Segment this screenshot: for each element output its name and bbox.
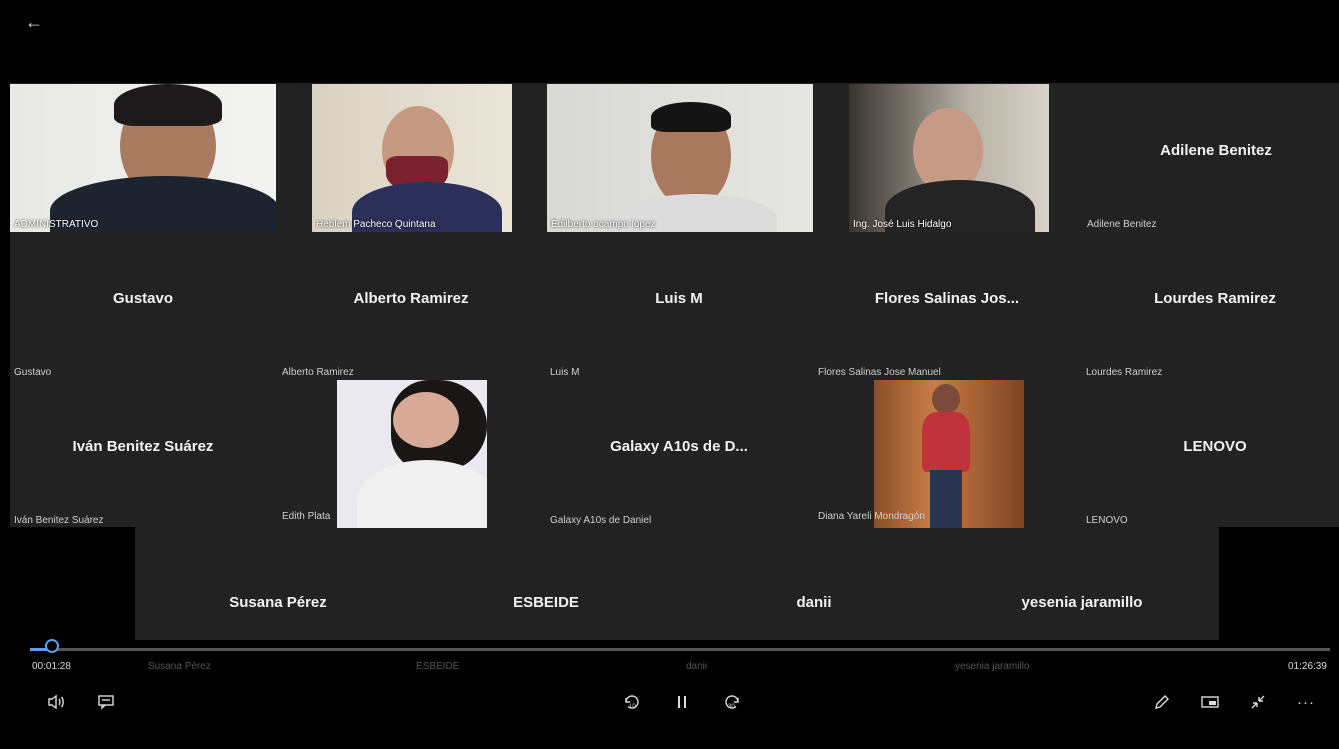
video-tile-label: Ing. José Luis Hidalgo [853, 219, 952, 230]
participant-name: Luis M [655, 290, 703, 307]
participant-name: Flores Salinas Jos... [874, 290, 1020, 307]
participant-tile: Luis M Luis M [546, 232, 812, 380]
back-arrow-icon[interactable]: ← [22, 10, 46, 34]
participant-label: Gustavo [14, 367, 52, 378]
skip-back-label: 10 [629, 704, 636, 710]
participant-hair [651, 102, 731, 132]
participant-label: Galaxy A10s de Daniel [550, 515, 652, 526]
participant-label: Iván Benitez Suárez [14, 515, 104, 526]
video-tile-label: Edilberto ocampo lopez [551, 219, 656, 230]
volume-icon[interactable] [44, 690, 68, 714]
participant-tile: Galaxy A10s de D... Galaxy A10s de Danie… [546, 380, 812, 528]
participant-name: ESBEIDE [513, 594, 579, 611]
seek-bar[interactable] [30, 648, 1330, 651]
participant-legs [930, 470, 962, 528]
video-tile-heblem: Heblem Pacheco Quintana [312, 84, 512, 232]
participant-name: Adilene Benitez [1160, 142, 1272, 159]
participant-tile: LENOVO LENOVO [1082, 380, 1339, 528]
more-icon[interactable]: ··· [1294, 690, 1318, 714]
participant-label: Luis M [550, 367, 580, 378]
exit-fullscreen-icon[interactable] [1246, 690, 1270, 714]
pause-icon[interactable] [670, 690, 694, 714]
participant-name: Galaxy A10s de D... [610, 438, 748, 455]
participant-label: Diana Yareli Mondragón [818, 511, 925, 522]
underlay-label: danii [686, 661, 708, 672]
participant-hair [114, 84, 222, 126]
video-tile-edilberto: Edilberto ocampo lopez [547, 84, 813, 232]
participant-label: Alberto Ramirez [282, 367, 354, 378]
video-tile-edith [337, 380, 487, 528]
captions-icon[interactable] [94, 690, 118, 714]
participant-tile: Gustavo Gustavo [10, 232, 276, 380]
participant-name: Alberto Ramirez [353, 290, 469, 307]
seek-bar-thumb[interactable] [45, 639, 59, 653]
participant-tile: Adilene Benitez Adilene Benitez [1083, 84, 1339, 232]
participant-body [922, 412, 970, 472]
video-tile-diana [874, 380, 1024, 528]
video-tile-label: Heblem Pacheco Quintana [316, 219, 436, 230]
participant-name: Gustavo [112, 290, 173, 307]
skip-back-10-icon[interactable]: 10 [620, 690, 644, 714]
participant-label: Adilene Benitez [1087, 219, 1157, 230]
video-tile-label: ADMINISTRATIVO [14, 219, 99, 230]
participant-head [932, 384, 960, 414]
participant-name: Susana Pérez [229, 594, 327, 611]
participant-tile: Iván Benitez Suárez Iván Benitez Suárez [10, 380, 276, 528]
participant-label: Edith Plata [282, 511, 331, 522]
underlay-label: Susana Pérez [148, 661, 211, 672]
participant-name: Iván Benitez Suárez [72, 438, 214, 455]
video-tile-jose-luis: Ing. José Luis Hidalgo [849, 84, 1049, 232]
pen-icon[interactable] [1150, 690, 1174, 714]
participant-tile: Lourdes Ramirez Lourdes Ramirez [1082, 232, 1339, 380]
participant-name: LENOVO [1183, 438, 1247, 455]
participant-label: Lourdes Ramirez [1086, 367, 1163, 378]
current-time: 00:01:28 [32, 661, 71, 672]
participant-tile: Alberto Ramirez Alberto Ramirez [278, 232, 544, 380]
participant-name: danii [796, 594, 832, 611]
participant-body [357, 460, 487, 528]
skip-forward-30-icon[interactable]: 30 [720, 690, 744, 714]
participant-tile: Flores Salinas Jos... Flores Salinas Jos… [814, 232, 1080, 380]
underlay-label: yesenia jaramillo [955, 661, 1030, 672]
miniplayer-icon[interactable] [1198, 690, 1222, 714]
participant-name: Lourdes Ramirez [1154, 290, 1276, 307]
total-time: 01:26:39 [1288, 661, 1327, 672]
participant-label: LENOVO [1086, 515, 1128, 526]
video-tile-administrativo: ADMINISTRATIVO [10, 84, 276, 232]
participant-label: Flores Salinas Jose Manuel [818, 367, 941, 378]
skip-forward-label: 30 [728, 704, 735, 710]
underlay-label: ESBEIDE [416, 661, 460, 672]
participant-head [393, 392, 459, 448]
participant-name: yesenia jaramillo [1021, 594, 1143, 611]
